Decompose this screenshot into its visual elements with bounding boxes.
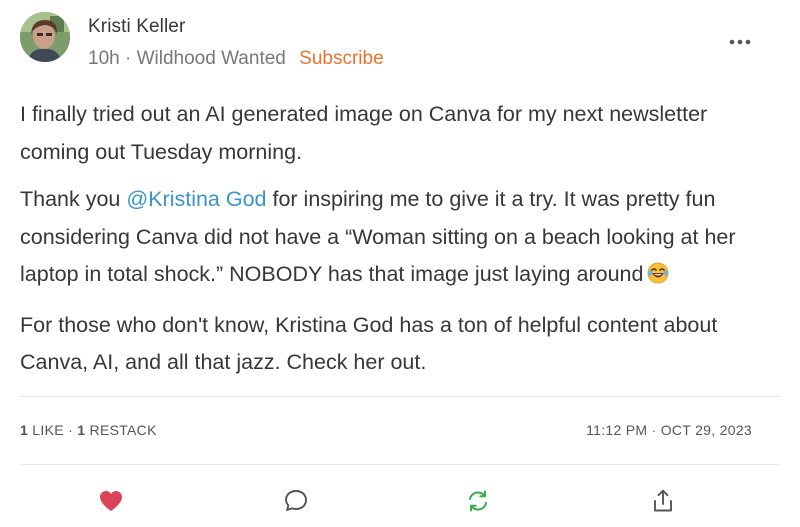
post-age: 10h <box>88 48 120 69</box>
post-paragraph: I finally tried out an AI generated imag… <box>20 102 708 164</box>
laughing-tears-emoji-icon <box>647 259 669 297</box>
like-button[interactable] <box>96 486 126 516</box>
publication-name[interactable]: Wildhood Wanted <box>137 48 286 69</box>
restacks-count: 1 <box>77 422 86 438</box>
share-icon <box>654 489 672 512</box>
mention-link[interactable]: @Kristina God <box>126 187 266 211</box>
stats-separator: · <box>68 422 74 438</box>
divider <box>20 464 780 465</box>
share-button[interactable] <box>648 486 678 516</box>
post-paragraph: For those who don't know, Kristina God h… <box>20 312 718 375</box>
heart-icon <box>100 491 122 511</box>
comment-button[interactable] <box>281 486 311 516</box>
likes-label: LIKE <box>32 422 64 438</box>
post-paragraph: Thank you @Kristina God for inspiring me… <box>20 181 780 297</box>
avatar-photo <box>20 12 70 62</box>
divider <box>20 396 780 397</box>
author-name[interactable]: Kristi Keller <box>88 16 185 38</box>
restacks-label: RESTACK <box>89 422 157 438</box>
engagement-stats[interactable]: 1 LIKE · 1 RESTACK <box>20 422 157 438</box>
meta-separator: · <box>124 48 132 69</box>
subscribe-link[interactable]: Subscribe <box>299 48 384 69</box>
likes-count: 1 <box>20 422 29 438</box>
post-body: I finally tried out an AI generated imag… <box>20 96 780 392</box>
post-text: Thank you <box>20 187 127 211</box>
more-options-button[interactable] <box>722 30 758 54</box>
avatar[interactable] <box>20 12 70 62</box>
post-timestamp[interactable]: 11:12 PM · OCT 29, 2023 <box>586 422 752 438</box>
restack-arrows-icon <box>469 490 487 512</box>
comment-bubble-icon <box>285 490 307 511</box>
post-meta: 10h · Wildhood Wanted Subscribe <box>88 48 384 70</box>
restack-button[interactable] <box>463 486 493 516</box>
note-card: Kristi Keller 10h · Wildhood Wanted Subs… <box>0 0 800 527</box>
more-horizontal-icon <box>729 39 751 45</box>
